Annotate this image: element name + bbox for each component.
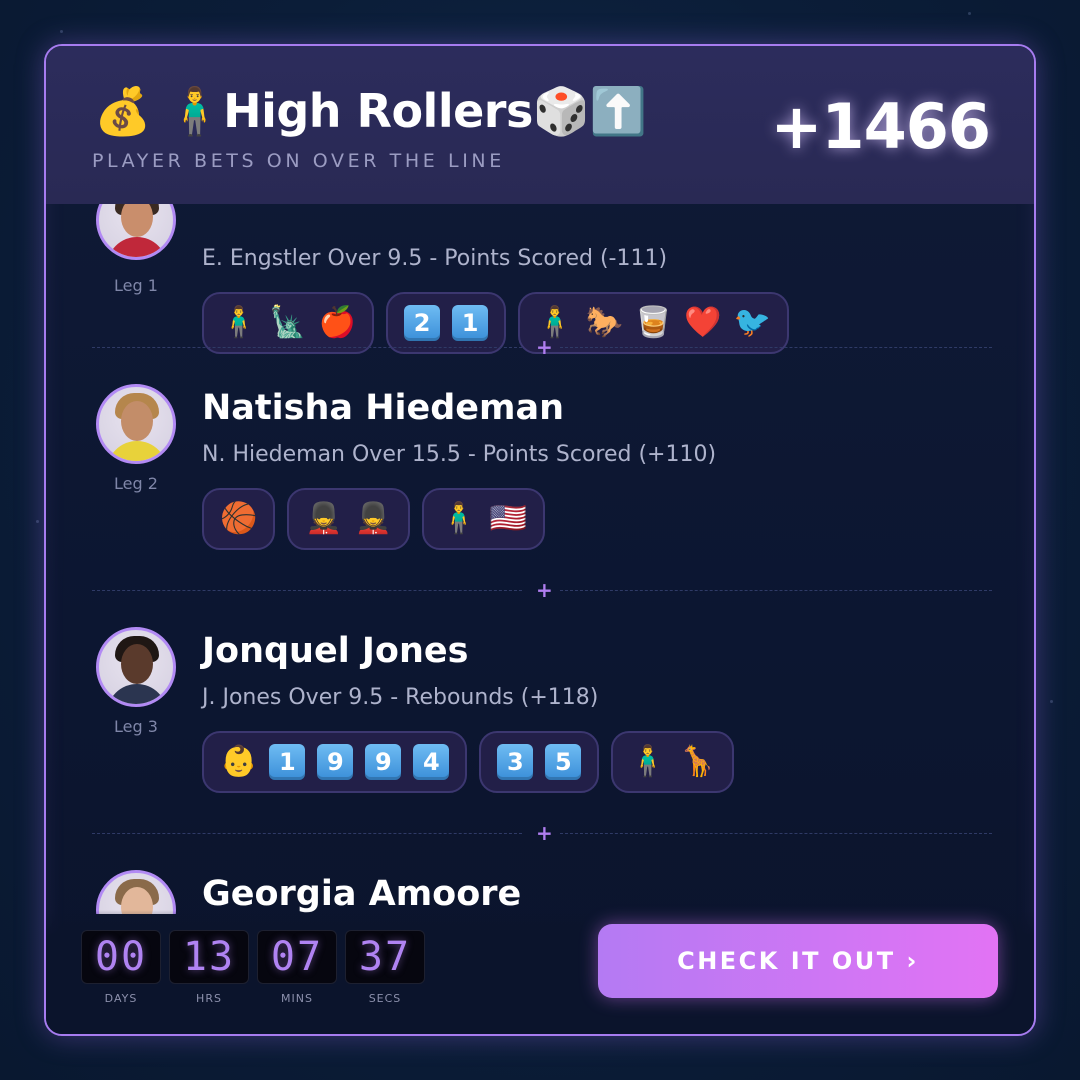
apple-icon: 🍎 bbox=[318, 305, 357, 340]
plus-icon: + bbox=[536, 335, 553, 359]
leg-divider: + bbox=[92, 578, 992, 602]
parlay-odds: +1466 bbox=[770, 90, 991, 163]
timer-minutes-value: 07 bbox=[257, 930, 337, 984]
bet-line: E. Engstler Over 9.5 - Points Scored (-1… bbox=[202, 246, 668, 271]
leg-4: Georgia Amoore bbox=[46, 870, 1034, 914]
timer-minutes: 07 MINS bbox=[257, 930, 337, 1005]
player-name: Natisha Hiedeman bbox=[202, 388, 565, 428]
plus-icon: + bbox=[536, 578, 553, 602]
timer-hours-value: 13 bbox=[169, 930, 249, 984]
page-title: 💰 🧍‍♂️High Rollers🎲⬆️ bbox=[94, 84, 647, 138]
keycap-2-icon: 2 bbox=[404, 305, 441, 341]
bird-icon: 🐦 bbox=[733, 305, 771, 340]
countdown-timer: 00 DAYS 13 HRS 07 MINS 37 SECS bbox=[81, 930, 425, 1005]
statue-of-liberty-icon: 🗽 bbox=[269, 305, 307, 340]
timer-days-value: 00 bbox=[81, 930, 161, 984]
whiskey-icon: 🥃 bbox=[634, 305, 673, 340]
player-name: Jonquel Jones bbox=[202, 631, 469, 671]
leg-label: Leg 3 bbox=[114, 717, 158, 736]
leg-divider: + bbox=[92, 335, 992, 359]
bet-line: N. Hiedeman Over 15.5 - Points Scored (+… bbox=[202, 442, 717, 467]
keycap-1-icon: 1 bbox=[269, 744, 306, 780]
page-subtitle: PLAYER BETS ON OVER THE LINE bbox=[92, 150, 505, 172]
check-it-out-button[interactable]: CHECK IT OUT › bbox=[598, 924, 998, 998]
bet-card: Leg 1 E. Engstler Over 9.5 - Points Scor… bbox=[44, 44, 1036, 1036]
player-avatar bbox=[96, 627, 176, 707]
person-icon: 🧍‍♂️ bbox=[220, 305, 258, 340]
player-avatar bbox=[96, 870, 176, 914]
timer-minutes-label: MINS bbox=[281, 992, 313, 1005]
guard-icon: 💂 bbox=[354, 501, 393, 536]
player-name: Georgia Amoore bbox=[202, 874, 522, 914]
timer-hours: 13 HRS bbox=[169, 930, 249, 1005]
person-icon: 🧍‍♂️ bbox=[536, 305, 574, 340]
timer-hours-label: HRS bbox=[196, 992, 222, 1005]
keycap-4-icon: 4 bbox=[413, 744, 450, 780]
emoji-chips: 👶 1 9 9 4 3 5 🧍‍♂️ 🦒 bbox=[202, 731, 735, 793]
giraffe-icon: 🦒 bbox=[678, 744, 717, 779]
keycap-3-icon: 3 bbox=[497, 744, 534, 780]
baby-icon: 👶 bbox=[220, 744, 258, 779]
leg-label: Leg 2 bbox=[114, 474, 158, 493]
player-avatar bbox=[96, 384, 176, 464]
guard-icon: 💂 bbox=[305, 501, 343, 536]
plus-icon: + bbox=[536, 821, 553, 845]
person-icon: 🧍‍♂️ bbox=[629, 744, 667, 779]
horse-icon: 🐎 bbox=[585, 305, 623, 340]
timer-days-label: DAYS bbox=[104, 992, 138, 1005]
emoji-chip[interactable]: 🧍‍♂️ 🇺🇸 bbox=[422, 488, 545, 550]
timer-seconds-value: 37 bbox=[345, 930, 425, 984]
leg-divider: + bbox=[92, 821, 992, 845]
emoji-chip[interactable]: 3 5 bbox=[479, 731, 600, 793]
emoji-chips: 🏀 💂 💂 🧍‍♂️ 🇺🇸 bbox=[202, 488, 545, 550]
keycap-9-icon: 9 bbox=[317, 744, 354, 780]
heart-icon: ❤️ bbox=[684, 305, 722, 340]
keycap-9-icon: 9 bbox=[365, 744, 402, 780]
timer-seconds: 37 SECS bbox=[345, 930, 425, 1005]
us-flag-icon: 🇺🇸 bbox=[489, 501, 527, 536]
card-footer: 00 DAYS 13 HRS 07 MINS 37 SECS CHECK IT … bbox=[46, 910, 1034, 1034]
basketball-icon: 🏀 bbox=[220, 501, 258, 536]
emoji-chip[interactable]: 👶 1 9 9 4 bbox=[202, 731, 468, 793]
leg-label: Leg 1 bbox=[114, 276, 158, 295]
person-icon: 🧍‍♂️ bbox=[440, 501, 478, 536]
emoji-chip[interactable]: 💂 💂 bbox=[287, 488, 411, 550]
timer-days: 00 DAYS bbox=[81, 930, 161, 1005]
keycap-1-icon: 1 bbox=[452, 305, 489, 341]
bet-line: J. Jones Over 9.5 - Rebounds (+118) bbox=[202, 685, 599, 710]
card-header: 💰 🧍‍♂️High Rollers🎲⬆️ PLAYER BETS ON OVE… bbox=[46, 46, 1034, 204]
timer-seconds-label: SECS bbox=[368, 992, 402, 1005]
emoji-chip[interactable]: 🏀 bbox=[202, 488, 276, 550]
emoji-chip[interactable]: 🧍‍♂️ 🦒 bbox=[611, 731, 735, 793]
keycap-5-icon: 5 bbox=[545, 744, 582, 780]
